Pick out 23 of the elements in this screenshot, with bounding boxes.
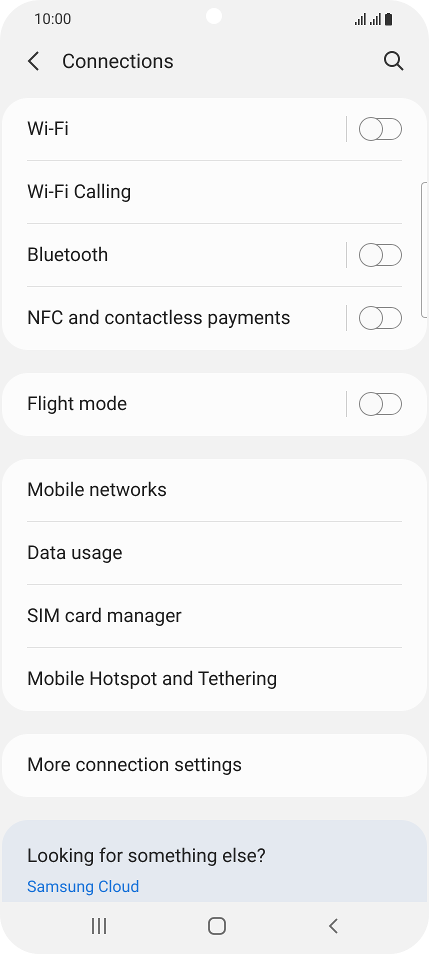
setting-label[interactable]: Data usage — [27, 538, 122, 568]
back-icon[interactable] — [326, 916, 339, 935]
toggle-switch[interactable] — [360, 307, 402, 330]
recent-apps-icon[interactable] — [90, 916, 108, 935]
setting-label[interactable]: Mobile Hotspot and Tethering — [27, 665, 278, 694]
setting-label[interactable]: More connection settings — [27, 751, 242, 780]
suggestion-link[interactable]: Samsung Cloud — [27, 878, 402, 896]
search-icon[interactable] — [383, 50, 405, 72]
home-icon[interactable] — [208, 916, 226, 935]
setting-label[interactable]: NFC and contactless payments — [27, 304, 291, 333]
page-title: Connections — [62, 48, 174, 75]
setting-label[interactable]: Mobile networks — [27, 476, 167, 504]
toggle-switch[interactable] — [360, 118, 402, 140]
signal-battery-icon — [355, 12, 395, 26]
toggle-switch[interactable] — [360, 393, 402, 416]
setting-label[interactable]: SIM card manager — [27, 602, 182, 630]
suggestion-title: Looking for something else? — [27, 844, 267, 868]
toggle-switch[interactable] — [360, 244, 402, 266]
setting-label[interactable]: Bluetooth — [27, 240, 108, 270]
clock: 10:00 — [34, 9, 72, 30]
setting-label[interactable]: Wi-Fi — [27, 114, 69, 144]
setting-label[interactable]: Flight mode — [27, 390, 128, 419]
setting-label[interactable]: Wi-Fi Calling — [27, 178, 132, 206]
